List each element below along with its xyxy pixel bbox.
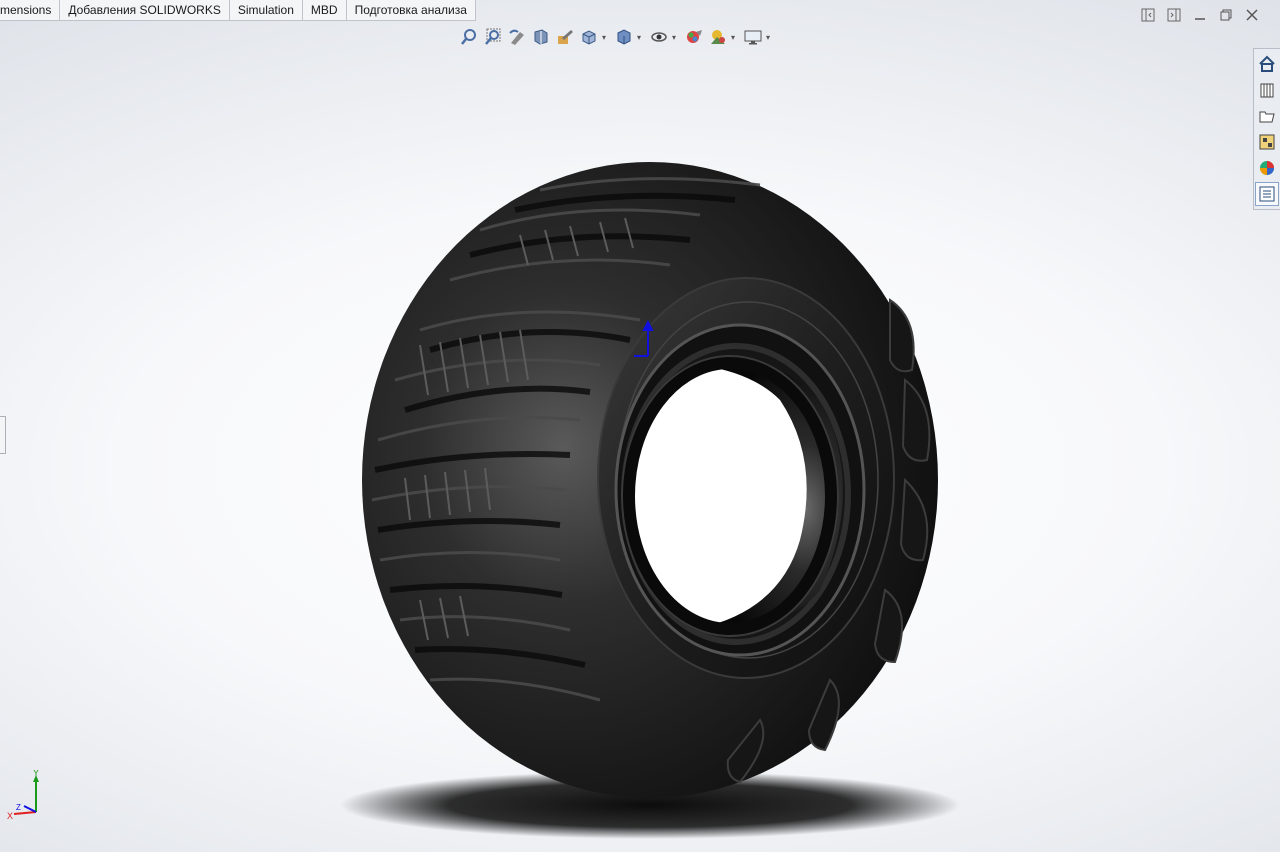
close-icon[interactable] [1242, 6, 1262, 24]
triad-x-label: X [7, 811, 13, 820]
tile-right-icon[interactable] [1164, 6, 1184, 24]
view-orientation-dropdown[interactable]: ▾ [602, 33, 611, 42]
triad-y-label: Y [33, 770, 39, 778]
tile-left-icon[interactable] [1138, 6, 1158, 24]
apply-scene-dropdown[interactable]: ▾ [731, 33, 740, 42]
tab-mbd[interactable]: MBD [302, 0, 347, 21]
restore-icon[interactable] [1216, 6, 1236, 24]
window-controls [1138, 6, 1262, 24]
previous-view-icon[interactable] [506, 26, 528, 48]
solidworks-resources-icon[interactable] [1255, 52, 1279, 76]
hide-show-dropdown[interactable]: ▾ [672, 33, 681, 42]
zoom-to-fit-icon[interactable] [458, 26, 480, 48]
heads-up-view-toolbar: ▾ ▾ ▾ ▾ ▾ [458, 26, 775, 48]
appearances-scenes-icon[interactable] [1255, 156, 1279, 180]
tab-simulation[interactable]: Simulation [229, 0, 303, 21]
apply-scene-icon[interactable] [707, 26, 729, 48]
view-settings-dropdown[interactable]: ▾ [766, 33, 775, 42]
tab-solidworks-addins[interactable]: Добавления SOLIDWORKS [60, 0, 230, 21]
tab-dimensions[interactable]: mensions [0, 0, 61, 21]
view-settings-icon[interactable] [742, 26, 764, 48]
view-palette-icon[interactable] [1255, 130, 1279, 154]
reference-triad: Y X Z [7, 770, 39, 820]
dynamic-annotation-icon[interactable] [554, 26, 576, 48]
custom-properties-icon[interactable] [1255, 182, 1279, 206]
file-explorer-icon[interactable] [1255, 104, 1279, 128]
display-style-dropdown[interactable]: ▾ [637, 33, 646, 42]
edit-appearance-icon[interactable] [683, 26, 705, 48]
minimize-icon[interactable] [1190, 6, 1210, 24]
hide-show-items-icon[interactable] [648, 26, 670, 48]
section-view-icon[interactable] [530, 26, 552, 48]
command-manager-tabs: mensions Добавления SOLIDWORKS Simulatio… [0, 0, 476, 21]
zoom-to-area-icon[interactable] [482, 26, 504, 48]
display-style-icon[interactable] [613, 26, 635, 48]
feature-manager-collapse-handle[interactable] [0, 416, 6, 454]
graphics-viewport[interactable] [0, 0, 1280, 852]
tab-analysis-prep[interactable]: Подготовка анализа [346, 0, 476, 21]
view-orientation-icon[interactable] [578, 26, 600, 48]
tire-model[interactable] [362, 162, 938, 798]
design-library-icon[interactable] [1255, 78, 1279, 102]
triad-z-label: Z [16, 803, 21, 812]
task-pane [1253, 48, 1280, 210]
